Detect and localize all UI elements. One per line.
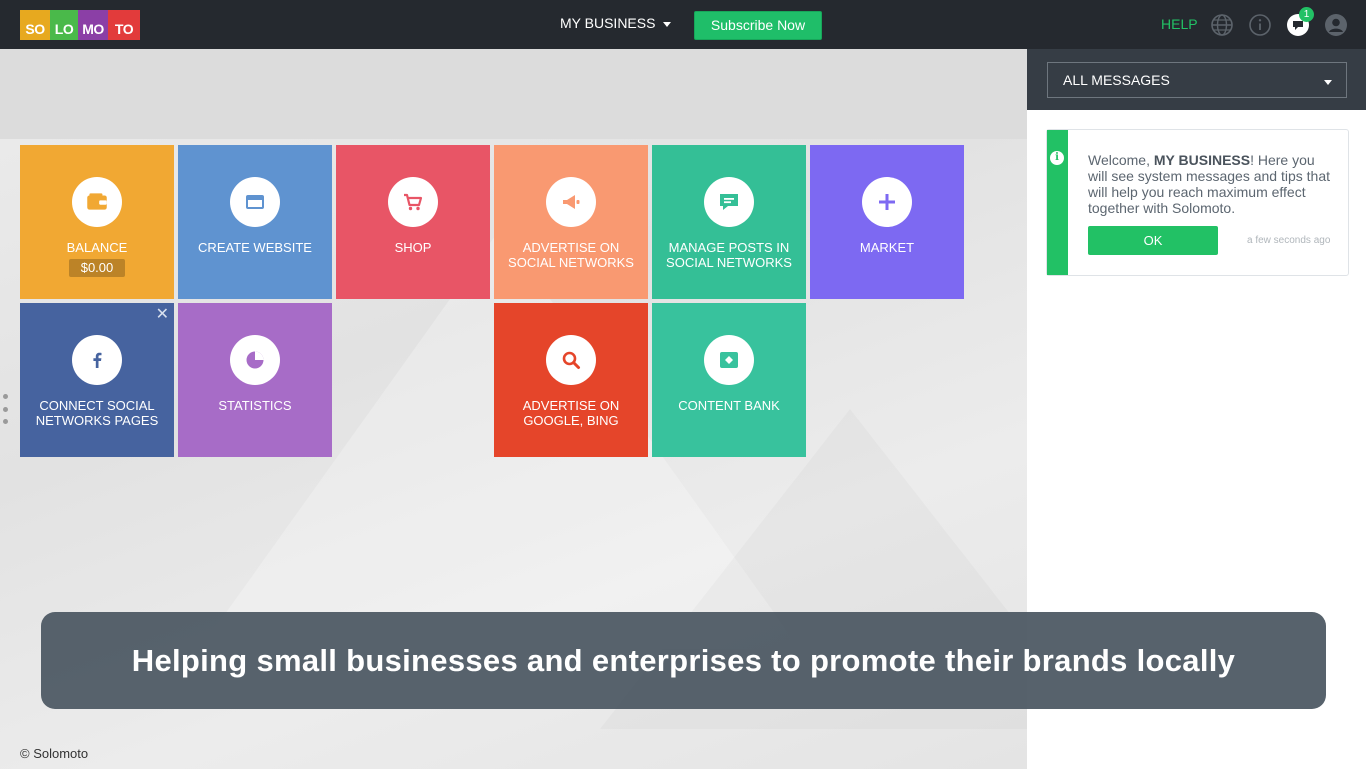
tile-label: ADVERTISE ON SOCIAL NETWORKS (508, 240, 634, 270)
chevron-down-icon (663, 21, 672, 27)
tile-market[interactable]: MARKET (810, 145, 964, 299)
drag-handle[interactable] (3, 394, 9, 424)
promo-caption: Helping small businesses and enterprises… (41, 612, 1326, 709)
tile-manage-posts[interactable]: MANAGE POSTS IN SOCIAL NETWORKS (652, 145, 806, 299)
tile-label: CONNECT SOCIAL NETWORKS PAGES (35, 398, 159, 428)
tile-label: CREATE WEBSITE (198, 240, 312, 255)
megaphone-icon (546, 177, 596, 227)
logo-part-mo: MO (78, 10, 108, 40)
tile-advertise-social[interactable]: ADVERTISE ON SOCIAL NETWORKS (494, 145, 648, 299)
tile-shop[interactable]: SHOP (336, 145, 490, 299)
chevron-down-icon (1324, 80, 1332, 85)
logo-part-lo: LO (50, 10, 78, 40)
tile-create-website[interactable]: CREATE WEBSITE (178, 145, 332, 299)
tile-label: CONTENT BANK (678, 398, 780, 413)
messages-filter-select[interactable]: ALL MESSAGES (1047, 62, 1347, 98)
image-icon (704, 335, 754, 385)
solomoto-logo[interactable]: SO LO MO TO (20, 10, 140, 40)
help-link[interactable]: HELP (1161, 16, 1198, 32)
business-selector[interactable]: MY BUSINESS (560, 15, 672, 31)
messages-panel-header: ALL MESSAGES (1027, 49, 1366, 110)
message-status-bar: i (1047, 130, 1068, 275)
tile-connect-social[interactable]: ✕ CONNECT SOCIAL NETWORKS PAGES (20, 303, 174, 457)
message-business-name: MY BUSINESS (1153, 152, 1251, 168)
tile-label: MARKET (859, 240, 915, 255)
message-card: i Welcome, MY BUSINESS! Here you will se… (1046, 129, 1349, 276)
message-text: Welcome, MY BUSINESS! Here you will see … (1088, 152, 1330, 216)
plus-icon (862, 177, 912, 227)
cart-icon (388, 177, 438, 227)
logo-part-to: TO (108, 10, 140, 40)
globe-icon[interactable] (1210, 13, 1234, 37)
close-icon[interactable]: ✕ (156, 307, 169, 323)
wallet-icon (72, 177, 122, 227)
message-timestamp: a few seconds ago (1247, 235, 1331, 246)
tile-label: SHOP (394, 240, 432, 255)
ok-button[interactable]: OK (1088, 226, 1218, 255)
subscribe-button[interactable]: Subscribe Now (694, 11, 822, 40)
info-icon[interactable] (1248, 13, 1272, 37)
pie-chart-icon (230, 335, 280, 385)
browser-window-icon (230, 177, 280, 227)
logo-part-so: SO (20, 10, 50, 40)
info-icon: i (1050, 151, 1064, 165)
tile-balance[interactable]: BALANCE $0.00 (20, 145, 174, 299)
dashboard-banner (0, 49, 1027, 139)
tile-advertise-search[interactable]: ADVERTISE ON GOOGLE, BING (494, 303, 648, 457)
facebook-icon (72, 335, 122, 385)
copyright-footer: © Solomoto (20, 746, 89, 761)
balance-value: $0.00 (69, 259, 125, 277)
top-bar: SO LO MO TO MY BUSINESS Subscribe Now HE… (0, 0, 1366, 49)
tile-statistics[interactable]: STATISTICS (178, 303, 332, 457)
messages-filter-value: ALL MESSAGES (1063, 72, 1170, 88)
message-icon (704, 177, 754, 227)
search-icon (546, 335, 596, 385)
tile-content-bank[interactable]: CONTENT BANK (652, 303, 806, 457)
tile-label: MANAGE POSTS IN SOCIAL NETWORKS (666, 240, 792, 270)
notification-badge: 1 (1299, 7, 1314, 22)
tile-label: STATISTICS (218, 398, 292, 413)
tile-label: BALANCE (66, 240, 128, 255)
business-selector-label: MY BUSINESS (560, 15, 656, 31)
tile-label: ADVERTISE ON GOOGLE, BING (522, 398, 620, 428)
user-icon[interactable] (1324, 13, 1348, 37)
